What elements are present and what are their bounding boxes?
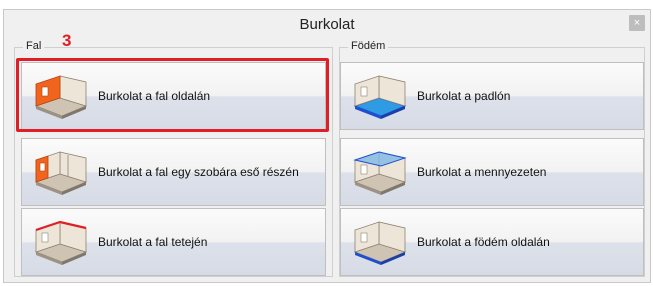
wall-room-part-cladding-icon (34, 151, 88, 195)
floor-cladding-icon (353, 75, 407, 119)
highlight-box (16, 58, 329, 132)
dialog-title: Burkolat (299, 16, 355, 33)
tile-slab-side[interactable]: Burkolat a födém oldalán (340, 208, 644, 276)
burkolat-dialog: Burkolat × Fal Burkolat a fal oldalán Bu… (3, 9, 651, 283)
tile-label: Burkolat a mennyezeten (417, 165, 547, 179)
step-number-badge: 3 (62, 31, 72, 50)
tile-label: Burkolat a födém oldalán (417, 235, 550, 249)
close-button[interactable]: × (629, 15, 645, 31)
tile-label: Burkolat a padlón (417, 89, 511, 103)
wall-top-cladding-icon (34, 220, 88, 265)
group-fodem: Födém Burkolat a padlón Burkolat a menny… (339, 40, 645, 277)
tile-ceiling[interactable]: Burkolat a mennyezeten (340, 138, 644, 206)
tile-label: Burkolat a fal egy szobára eső részén (98, 165, 299, 179)
group-fodem-label: Födém (348, 40, 389, 52)
tile-floor[interactable]: Burkolat a padlón (340, 62, 644, 130)
group-fal-label: Fal (23, 40, 45, 52)
title-bar: Burkolat × (4, 10, 650, 39)
slab-side-cladding-icon (353, 221, 407, 265)
ceiling-cladding-icon (353, 151, 407, 195)
tile-wall-room-part[interactable]: Burkolat a fal egy szobára eső részén (21, 138, 326, 206)
tile-label: Burkolat a fal tetején (98, 235, 208, 249)
tile-wall-top[interactable]: Burkolat a fal tetején (21, 208, 326, 276)
